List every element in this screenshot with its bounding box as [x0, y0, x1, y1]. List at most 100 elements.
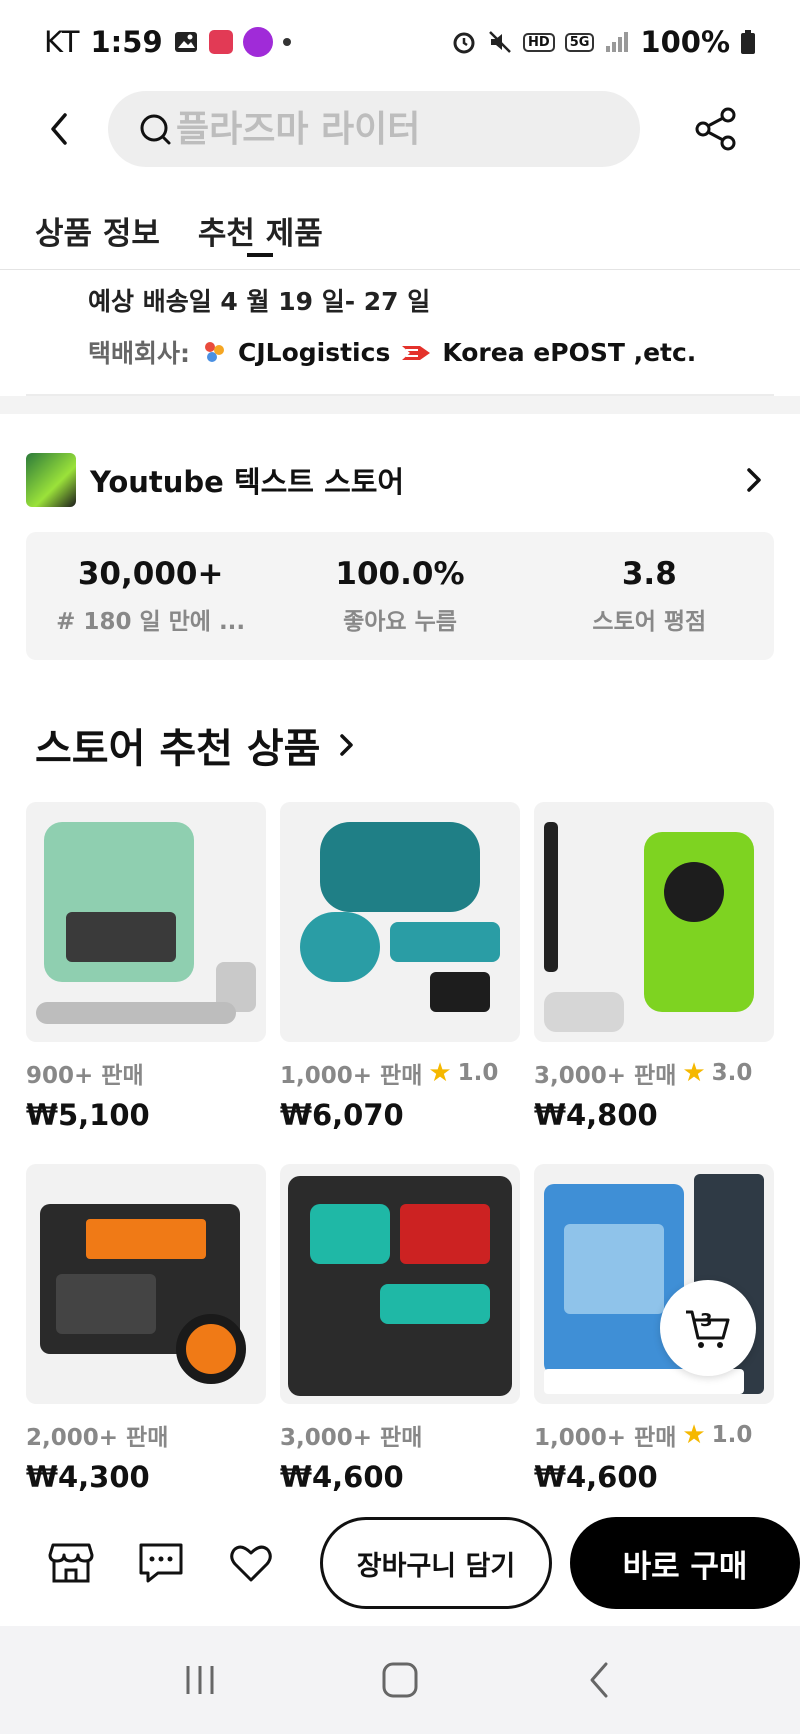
search-input[interactable]	[176, 108, 616, 150]
app-notification-icon	[242, 27, 273, 57]
buy-now-button[interactable]: 바로 구매	[570, 1517, 800, 1609]
estimated-delivery: 예상 배송일 4 월 19 일- 27 일	[88, 287, 431, 316]
signal-icon	[604, 30, 630, 54]
stat-value: 30,000+	[77, 556, 224, 592]
product-image-tool-case[interactable]: 3	[534, 1164, 774, 1404]
product-meta: 3,000+ 판매	[280, 1418, 520, 1452]
cart-count-badge: 3	[700, 1310, 713, 1331]
store-avatar	[26, 453, 76, 507]
stat-label: 좋아요 누름	[343, 609, 457, 635]
store-icon	[48, 1543, 94, 1583]
star-icon: ★	[682, 1058, 706, 1088]
more-notifications-icon	[282, 38, 291, 46]
sold-count: 1,000+ 판매	[534, 1425, 677, 1451]
product-meta: 3,000+ 판매 ★ 3.0	[534, 1056, 774, 1090]
product-price: ₩4,300	[26, 1460, 150, 1494]
product-price: ₩4,800	[534, 1098, 658, 1132]
gallery-icon	[173, 29, 199, 55]
star-icon: ★	[682, 1420, 706, 1450]
section-title: 스토어 추천 상품	[35, 726, 321, 772]
back-button[interactable]	[30, 99, 90, 159]
sold-count: 3,000+ 판매	[534, 1063, 677, 1089]
mute-icon	[487, 29, 513, 55]
product-card[interactable]: 900+ 판매 ₩5,100	[26, 802, 266, 1132]
product-grid: 900+ 판매 ₩5,100 1,000+ 판매 ★ 1.0 ₩6,070 3,00…	[26, 802, 774, 1494]
rating: 3.0	[711, 1060, 753, 1086]
system-back-button[interactable]	[560, 1640, 640, 1720]
stat-label: # 180 일 만에 ...	[56, 609, 246, 635]
product-price: ₩4,600	[534, 1460, 658, 1494]
product-card[interactable]: 1,000+ 판매 ★ 1.0 ₩6,070	[280, 802, 520, 1132]
product-meta: 900+ 판매	[26, 1056, 266, 1090]
product-price: ₩5,100	[26, 1098, 150, 1132]
product-image-drill-kit[interactable]	[280, 1164, 520, 1404]
product-image-power-tool-set[interactable]	[280, 802, 520, 1042]
courier-row: 택배회사: CJLogistics Korea ePOST ,etc.	[88, 334, 696, 370]
system-nav-bar	[0, 1626, 800, 1734]
star-icon: ★	[428, 1058, 452, 1088]
tab-recommended[interactable]: 추천 제품	[198, 190, 323, 269]
product-meta: 2,000+ 판매	[26, 1418, 266, 1452]
share-icon	[695, 107, 736, 151]
courier-cj: CJLogistics	[238, 337, 391, 367]
store-header[interactable]: Youtube 텍스트 스토어	[26, 450, 774, 510]
product-image-pressure-washer[interactable]	[534, 802, 774, 1042]
store-name: Youtube 텍스트 스토어	[90, 465, 405, 499]
product-price: ₩6,070	[280, 1098, 404, 1132]
alarm-icon	[451, 29, 477, 55]
heart-icon	[230, 1545, 272, 1582]
search-bar[interactable]	[108, 91, 640, 167]
carrier-label: KT	[44, 25, 81, 59]
sold-count: 1,000+ 판매	[280, 1063, 423, 1089]
rating: 1.0	[457, 1060, 499, 1086]
recent-apps-button[interactable]	[160, 1640, 240, 1720]
chevron-left-icon	[51, 113, 67, 145]
top-app-bar	[0, 84, 800, 174]
tab-product-info[interactable]: 상품 정보	[35, 190, 160, 269]
stat-value: 3.8	[621, 556, 677, 592]
app-notification-icon	[208, 30, 233, 54]
product-image-generator[interactable]	[26, 1164, 266, 1404]
clock: 1:59	[90, 25, 163, 59]
back-icon	[590, 1662, 608, 1698]
chat-button[interactable]	[134, 1536, 188, 1590]
sold-count: 3,000+ 판매	[280, 1425, 423, 1451]
hd-voice-icon: HD	[523, 32, 555, 52]
chevron-right-icon	[340, 734, 354, 756]
floating-cart-button[interactable]: 3	[660, 1280, 756, 1376]
courier-korea-post: Korea ePOST ,etc.	[442, 337, 697, 367]
stat-sales: 30,000+ # 180 일 만에 ...	[26, 532, 275, 660]
courier-label: 택배회사:	[88, 339, 190, 368]
home-button[interactable]	[360, 1640, 440, 1720]
product-card[interactable]: 3,000+ 판매 ₩4,600	[280, 1164, 520, 1494]
wishlist-button[interactable]	[224, 1536, 278, 1590]
cj-logistics-logo-icon	[200, 338, 228, 366]
stat-label: 스토어 평점	[592, 609, 707, 635]
recommended-section-link[interactable]: 스토어 추천 상품	[35, 716, 356, 774]
store-open-button[interactable]	[734, 460, 774, 500]
section-tabs: 상품 정보 추천 제품	[0, 190, 800, 270]
status-right: HD 5G 100%	[451, 25, 756, 59]
store-button[interactable]	[44, 1536, 98, 1590]
product-card[interactable]: 3,000+ 판매 ★ 3.0 ₩4,800	[534, 802, 774, 1132]
stat-value: 100.0%	[335, 556, 465, 592]
status-left: KT 1:59	[44, 25, 291, 59]
shipping-info: 예상 배송일 4 월 19 일- 27 일 택배회사: CJLogistics …	[0, 272, 800, 414]
share-button[interactable]	[686, 99, 746, 159]
product-image-espresso-machine[interactable]	[26, 802, 266, 1042]
product-price: ₩4,600	[280, 1460, 404, 1494]
bottom-action-bar: 장바구니 담기 바로 구매	[0, 1500, 800, 1626]
search-icon	[140, 114, 171, 145]
product-card[interactable]: 3 1,000+ 판매 ★ 1.0 ₩4,600	[534, 1164, 774, 1494]
sold-count: 900+ 판매	[26, 1063, 144, 1089]
product-meta: 1,000+ 판매 ★ 1.0	[534, 1418, 774, 1452]
product-meta: 1,000+ 판매 ★ 1.0	[280, 1056, 520, 1090]
stat-likes: 100.0% 좋아요 누름	[275, 532, 524, 660]
home-icon	[382, 1662, 418, 1698]
section-separator	[0, 396, 800, 414]
product-card[interactable]: 2,000+ 판매 ₩4,300	[26, 1164, 266, 1494]
status-bar: KT 1:59 HD 5G 100%	[0, 0, 800, 84]
sold-count: 2,000+ 판매	[26, 1425, 169, 1451]
add-to-cart-button[interactable]: 장바구니 담기	[320, 1517, 552, 1609]
recent-apps-icon	[186, 1666, 214, 1694]
